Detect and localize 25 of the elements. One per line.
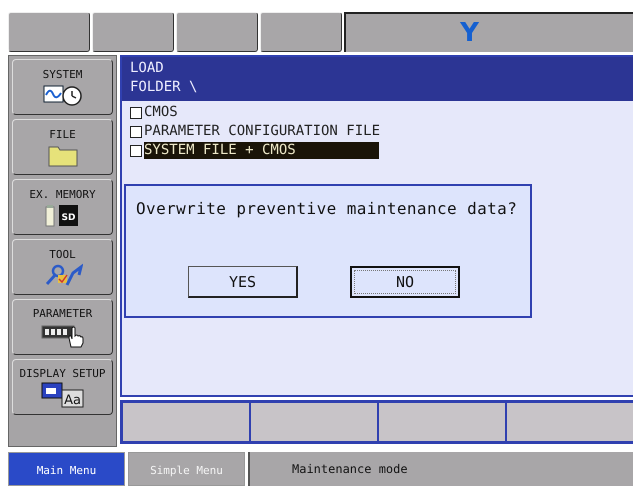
screen-title: LOAD: [130, 59, 165, 78]
menu-button[interactable]: DISPLAY SETUP Aa: [12, 359, 113, 415]
axis-label: Y: [460, 18, 479, 48]
blank-key[interactable]: [92, 12, 174, 52]
blank-key[interactable]: [260, 12, 342, 52]
file-item[interactable]: PARAMETER CONFIGURATION FILE: [144, 123, 382, 140]
wave-clock-icon: [42, 82, 82, 106]
menu-button[interactable]: TOOL: [12, 239, 113, 295]
checkbox[interactable]: [130, 106, 142, 118]
mode-text: Maintenance mode: [292, 462, 408, 476]
menu-button[interactable]: PARAMETER: [12, 299, 113, 355]
dialog-button[interactable]: YES: [188, 266, 298, 298]
dialog-button[interactable]: NO: [350, 266, 460, 298]
menu-button[interactable]: SYSTEM: [12, 59, 113, 115]
checkbox[interactable]: [130, 126, 142, 138]
file-item[interactable]: SYSTEM FILE + CMOS: [144, 142, 379, 159]
menu-tab[interactable]: Main Menu: [8, 452, 125, 486]
folder-path: FOLDER \: [130, 78, 198, 97]
blank-key[interactable]: [8, 12, 90, 52]
menu-button[interactable]: FILE: [12, 119, 113, 175]
blank-key[interactable]: [176, 12, 258, 52]
dialog-message: Overwrite preventive maintenance data?: [136, 199, 518, 218]
checkbox[interactable]: [130, 144, 142, 156]
file-item[interactable]: CMOS: [144, 104, 180, 121]
menu-button[interactable]: EX. MEMORY SD: [12, 179, 113, 235]
